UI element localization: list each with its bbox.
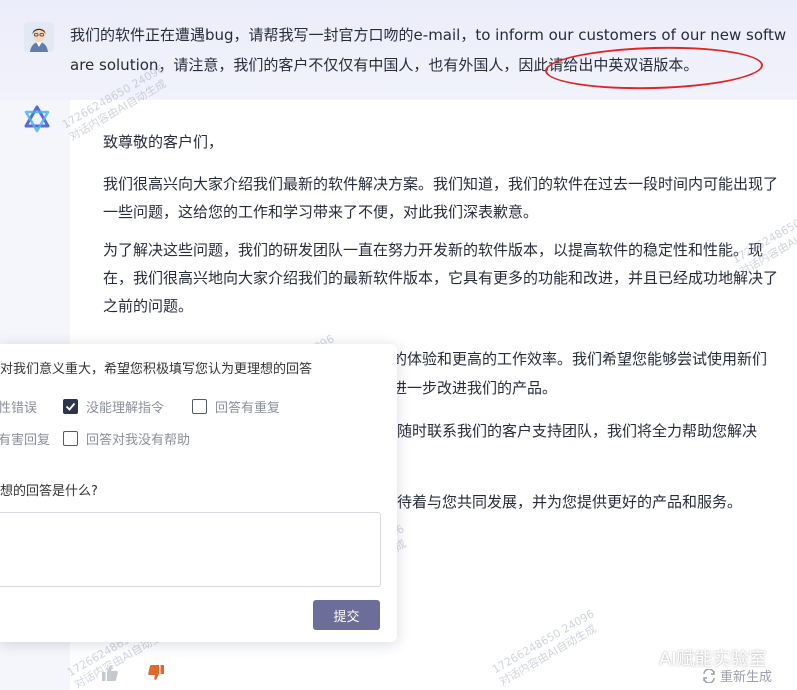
checkbox-icon[interactable]: [192, 399, 207, 414]
feedback-option-harmful[interactable]: 有害回复: [0, 429, 50, 448]
feedback-option-not-understood[interactable]: 没能理解指令: [63, 397, 164, 416]
user-avatar-icon: [24, 22, 54, 52]
thumbs-up-icon[interactable]: [101, 664, 119, 682]
feedback-title: 对我们意义重大，希望您积极填写您认为更理想的回答: [0, 362, 313, 377]
answer-paragraph-partial: 随时联系我们的客户支持团队，我们将全力帮助您解决: [397, 422, 758, 440]
bot-avatar-icon: [22, 104, 52, 134]
answer-paragraph: 我们很高兴向大家介绍我们最新的软件解决方案。我们知道，我们的软件在过去一段时间内…: [103, 175, 779, 221]
checkbox-icon[interactable]: [63, 431, 78, 446]
answer-paragraph-partial: 待着与您共同发展，并为您提供更好的产品和服务。: [397, 493, 743, 511]
feedback-option-fact-error[interactable]: 性错误: [0, 397, 37, 416]
checkbox-checked-icon[interactable]: [63, 399, 78, 414]
answer-body: 致尊敬的客户们， 我们很高兴向大家介绍我们最新的软件解决方案。我们知道，我们的软…: [103, 128, 783, 330]
feedback-textarea[interactable]: [0, 512, 381, 587]
regenerate-button[interactable]: 重新生成: [702, 666, 772, 685]
feedback-question: 想的回答是什么?: [0, 484, 98, 499]
user-avatar: [24, 22, 54, 52]
answer-greeting: 致尊敬的客户们，: [103, 133, 224, 151]
submit-button[interactable]: 提交: [313, 600, 380, 630]
thumbs-down-icon[interactable]: [147, 664, 165, 682]
feedback-option-not-helpful[interactable]: 回答对我没有帮助: [63, 429, 190, 448]
answer-paragraph: 为了解决这些问题，我们的研发团队一直在努力开发新的软件版本，以提高软件的稳定性和…: [103, 241, 779, 315]
feedback-option-repetition[interactable]: 回答有重复: [192, 397, 280, 416]
wechat-icon: [623, 647, 653, 669]
refresh-icon: [703, 668, 715, 683]
answer-paragraph-partial: 的体验和更高的工作效率。我们希望您能够尝试使用新们进一步改进我们的产品。: [392, 350, 768, 397]
feedback-popup: 对我们意义重大，希望您积极填写您认为更理想的回答 性错误 没能理解指令 回答有重…: [0, 344, 397, 642]
